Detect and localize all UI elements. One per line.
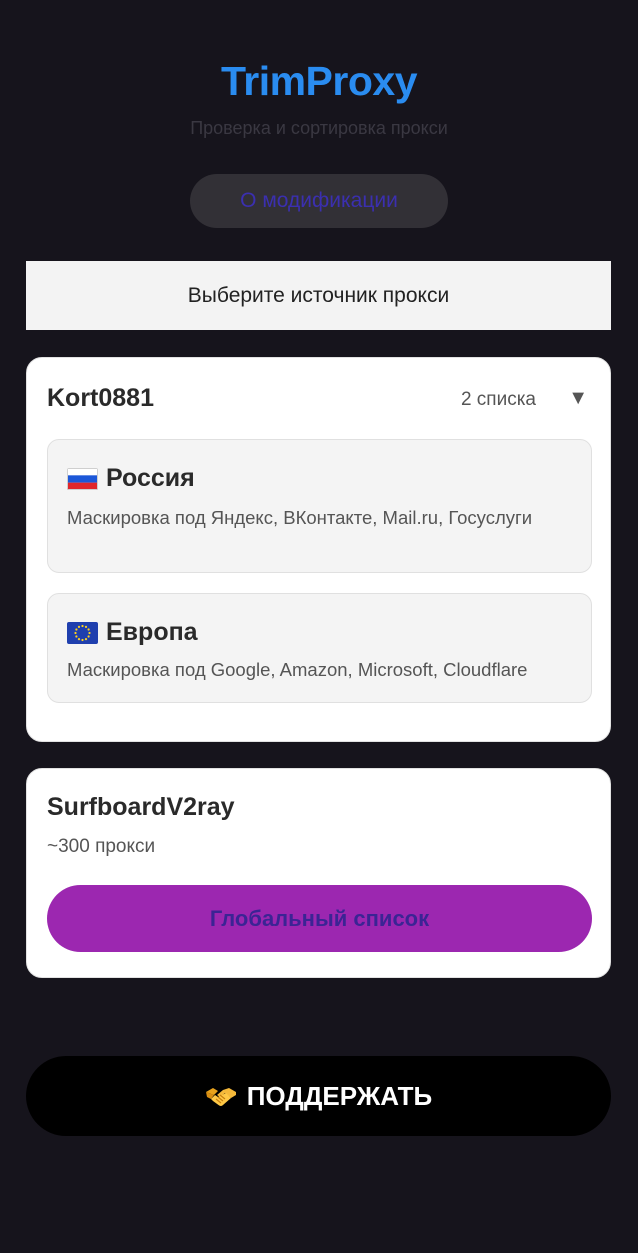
list-item-description: Маскировка под Google, Amazon, Microsoft… bbox=[67, 659, 528, 680]
kort-source-title: Kort0881 bbox=[47, 384, 154, 412]
support-label: ПОДДЕРЖАТЬ bbox=[246, 1080, 433, 1111]
about-modification-button[interactable]: О модификации bbox=[190, 174, 448, 228]
global-list-button[interactable]: Глобальный список bbox=[47, 885, 592, 952]
support-button[interactable]: ПОДДЕРЖАТЬ bbox=[26, 1056, 611, 1136]
russia-flag-icon bbox=[67, 467, 98, 490]
list-item-header: Европа bbox=[67, 618, 198, 647]
source-banner: Выберите источник прокси bbox=[26, 261, 611, 330]
list-item-title: Европа bbox=[106, 618, 198, 646]
list-item-russia[interactable]: Россия Маскировка под Яндекс, ВКонтакте,… bbox=[47, 439, 592, 573]
surfboard-source-title: SurfboardV2ray bbox=[47, 793, 235, 821]
list-item-description: Маскировка под Яндекс, ВКонтакте, Mail.r… bbox=[67, 507, 533, 528]
list-item-header: Россия bbox=[67, 464, 195, 493]
app-title: TrimProxy bbox=[220, 58, 418, 104]
kort-source-card: Kort0881 2 списка ▼ Россия Маскировка по… bbox=[26, 357, 611, 742]
eu-flag-icon bbox=[67, 621, 98, 644]
list-item-title: Россия bbox=[106, 464, 195, 492]
surfboard-proxy-count: ~300 прокси bbox=[47, 836, 156, 857]
list-item-europe[interactable]: Европа Маскировка под Google, Amazon, Mi… bbox=[47, 593, 592, 703]
handshake-icon bbox=[205, 1083, 237, 1109]
surfboard-source-card: SurfboardV2ray ~300 прокси Глобальный сп… bbox=[26, 768, 611, 978]
kort-list-count: 2 списка bbox=[460, 389, 536, 410]
app-subtitle: Проверка и сортировка прокси bbox=[190, 118, 448, 138]
chevron-down-icon[interactable]: ▼ bbox=[568, 388, 588, 408]
